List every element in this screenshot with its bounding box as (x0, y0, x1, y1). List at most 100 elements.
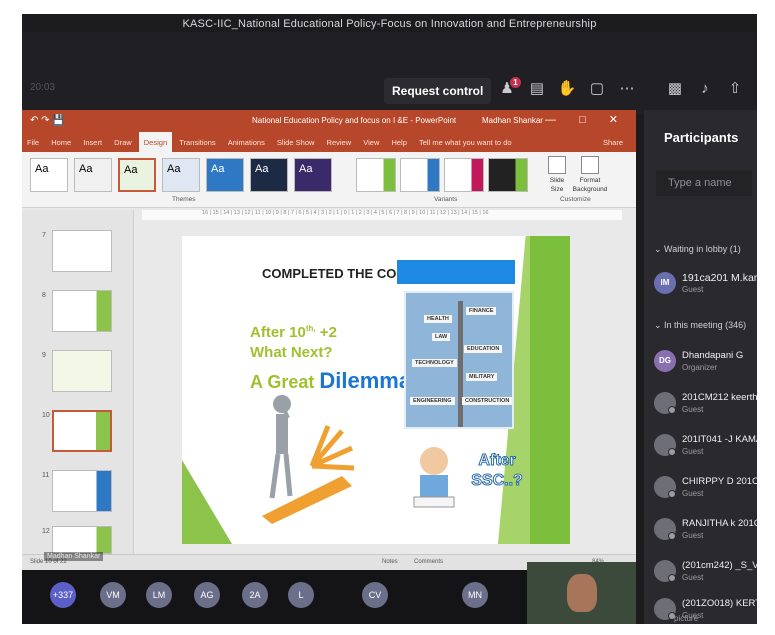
participant-avatar[interactable]: MN (462, 582, 488, 608)
slide-decoration (530, 236, 570, 544)
variant-option[interactable] (400, 158, 440, 192)
participant-avatar[interactable]: LM (146, 582, 172, 608)
chat-icon[interactable]: ▤ (524, 76, 550, 102)
more-participants-count[interactable]: +337 (50, 582, 76, 608)
participant-row[interactable]: RANJITHA k 201CA023 Guest (654, 516, 757, 550)
avatar (654, 434, 676, 456)
slide-thumbnail[interactable] (52, 470, 112, 512)
slide-thumbnail[interactable] (52, 290, 112, 332)
customize-label: Customize (560, 196, 591, 203)
window-controls[interactable]: — □ ✕ (545, 113, 628, 126)
tab-slide-show[interactable]: Slide Show (272, 132, 320, 152)
design-ribbon: Aa Aa Aa Aa Aa Aa Aa Themes Variants Sli… (22, 152, 636, 208)
participant-role: Guest (682, 531, 704, 540)
avatar: DG (654, 350, 676, 372)
tab-draw[interactable]: Draw (109, 132, 137, 152)
signpost-image: HEALTH FINANCE LAW EDUCATION TECHNOLOGY … (404, 291, 514, 429)
participant-name: (201cm242) _S_V_A (682, 560, 757, 571)
avatar (654, 598, 676, 620)
participant-row[interactable]: (201cm242) _S_V_A Guest (654, 558, 757, 592)
participant-row[interactable]: DG Dhandapani G Organizer (654, 348, 757, 382)
sign-label: FINANCE (466, 307, 497, 315)
camera-off-icon[interactable]: ▩ (662, 76, 688, 102)
variant-option[interactable] (444, 158, 484, 192)
tab-file[interactable]: File (22, 132, 44, 152)
tab-animations[interactable]: Animations (223, 132, 270, 152)
sign-label: HEALTH (424, 315, 452, 323)
participants-icon[interactable]: ♟ 1 (494, 76, 521, 102)
avatar (654, 476, 676, 498)
share-button[interactable]: Share (598, 132, 628, 152)
tab-insert[interactable]: Insert (78, 132, 107, 152)
sign-label: LAW (432, 333, 451, 341)
slide-thumbnail[interactable] (52, 526, 112, 554)
request-control-button[interactable]: Request control (384, 78, 492, 104)
participant-search-input[interactable]: Type a name (656, 170, 752, 196)
theme-option[interactable]: Aa (206, 158, 244, 192)
self-video-label: Madhan Shankar (44, 552, 104, 561)
slide-canvas[interactable]: COMPLETED THE COURSE After 10th, +2 What… (182, 236, 570, 544)
tab-design[interactable]: Design (138, 132, 173, 152)
theme-option[interactable]: Aa (74, 158, 112, 192)
slide-text-line2: What Next? (250, 344, 333, 361)
participant-video-face (567, 574, 597, 612)
theme-option-selected[interactable]: Aa (118, 158, 156, 192)
raise-hand-icon[interactable]: ✋ (554, 76, 580, 102)
slide-thumbnail[interactable] (52, 350, 112, 392)
participant-row[interactable]: IM 191ca201 M.karuppi Guest (654, 270, 757, 304)
tab-help[interactable]: Help (386, 132, 411, 152)
tab-view[interactable]: View (358, 132, 384, 152)
slide-thumbnail[interactable] (52, 230, 112, 272)
figure-leg (283, 453, 293, 497)
participant-avatar[interactable]: VM (100, 582, 126, 608)
slide-text-line1: After 10th, +2 (250, 324, 337, 341)
meeting-section-header[interactable]: ⌄ In this meeting (346) (654, 320, 746, 331)
theme-option[interactable]: Aa (250, 158, 288, 192)
presence-status-icon (668, 490, 676, 498)
participant-avatar[interactable]: L (288, 582, 314, 608)
notes-button[interactable]: Notes (382, 559, 398, 565)
meeting-timer: 20:03 (30, 82, 56, 93)
slide-thumbnail-pane[interactable]: 7 8 9 10 11 12 (22, 210, 134, 554)
ppt-ribbon-tabs: File Home Insert Draw Design Transitions… (22, 132, 636, 152)
variant-option[interactable] (356, 158, 396, 192)
variant-option[interactable] (488, 158, 528, 192)
format-background-button[interactable]: Format Background (572, 156, 608, 194)
shared-powerpoint-window: ↶ ↷ 💾 National Education Policy and focu… (22, 110, 636, 570)
participant-role: Guest (682, 405, 704, 414)
tab-transitions[interactable]: Transitions (174, 132, 220, 152)
tell-me-search[interactable]: Tell me what you want to do (414, 132, 517, 152)
slide-thumbnail-selected[interactable] (52, 410, 112, 452)
participant-avatar[interactable]: CV (362, 582, 388, 608)
participant-row[interactable]: CHIRPPY D 201CA051 Guest (654, 474, 757, 508)
theme-option[interactable]: Aa (294, 158, 332, 192)
tab-review[interactable]: Review (322, 132, 357, 152)
participant-row[interactable]: (201ZO018) KERTHICA D Guest (654, 596, 757, 624)
more-options-icon[interactable]: ⋯ (614, 76, 640, 102)
direction-arrow (311, 463, 355, 471)
theme-option[interactable]: Aa (162, 158, 200, 192)
themes-label: Themes (172, 196, 196, 203)
ppt-titlebar: ↶ ↷ 💾 National Education Policy and focu… (22, 110, 636, 132)
participant-row[interactable]: 201IT041 -J KAMALESH Guest (654, 432, 757, 466)
mic-off-icon[interactable]: ♪ (692, 76, 718, 102)
theme-option[interactable]: Aa (30, 158, 68, 192)
participant-name: Dhandapani G (682, 350, 744, 361)
participant-avatar[interactable]: 2A (242, 582, 268, 608)
avatar (654, 560, 676, 582)
share-screen-icon[interactable]: ⇧ (722, 76, 748, 102)
avatar (654, 392, 676, 414)
sign-label: CONSTRUCTION (462, 397, 513, 405)
participant-video-tile[interactable] (527, 562, 636, 624)
participant-avatar[interactable]: AG (194, 582, 220, 608)
sign-label: ENGINEERING (410, 397, 455, 405)
participant-name: 201CM212 keerthana (682, 392, 757, 403)
comments-button[interactable]: Comments (414, 559, 443, 565)
participant-row[interactable]: 201CM212 keerthana Guest (654, 390, 757, 424)
rooms-icon[interactable]: ▢ (584, 76, 610, 102)
tab-home[interactable]: Home (46, 132, 76, 152)
sign-label: TECHNOLOGY (412, 359, 457, 367)
quick-access-toolbar[interactable]: ↶ ↷ 💾 (30, 115, 65, 126)
slide-size-button[interactable]: Slide Size (546, 156, 568, 194)
lobby-section-header[interactable]: ⌄ Waiting in lobby (1) (654, 244, 741, 255)
